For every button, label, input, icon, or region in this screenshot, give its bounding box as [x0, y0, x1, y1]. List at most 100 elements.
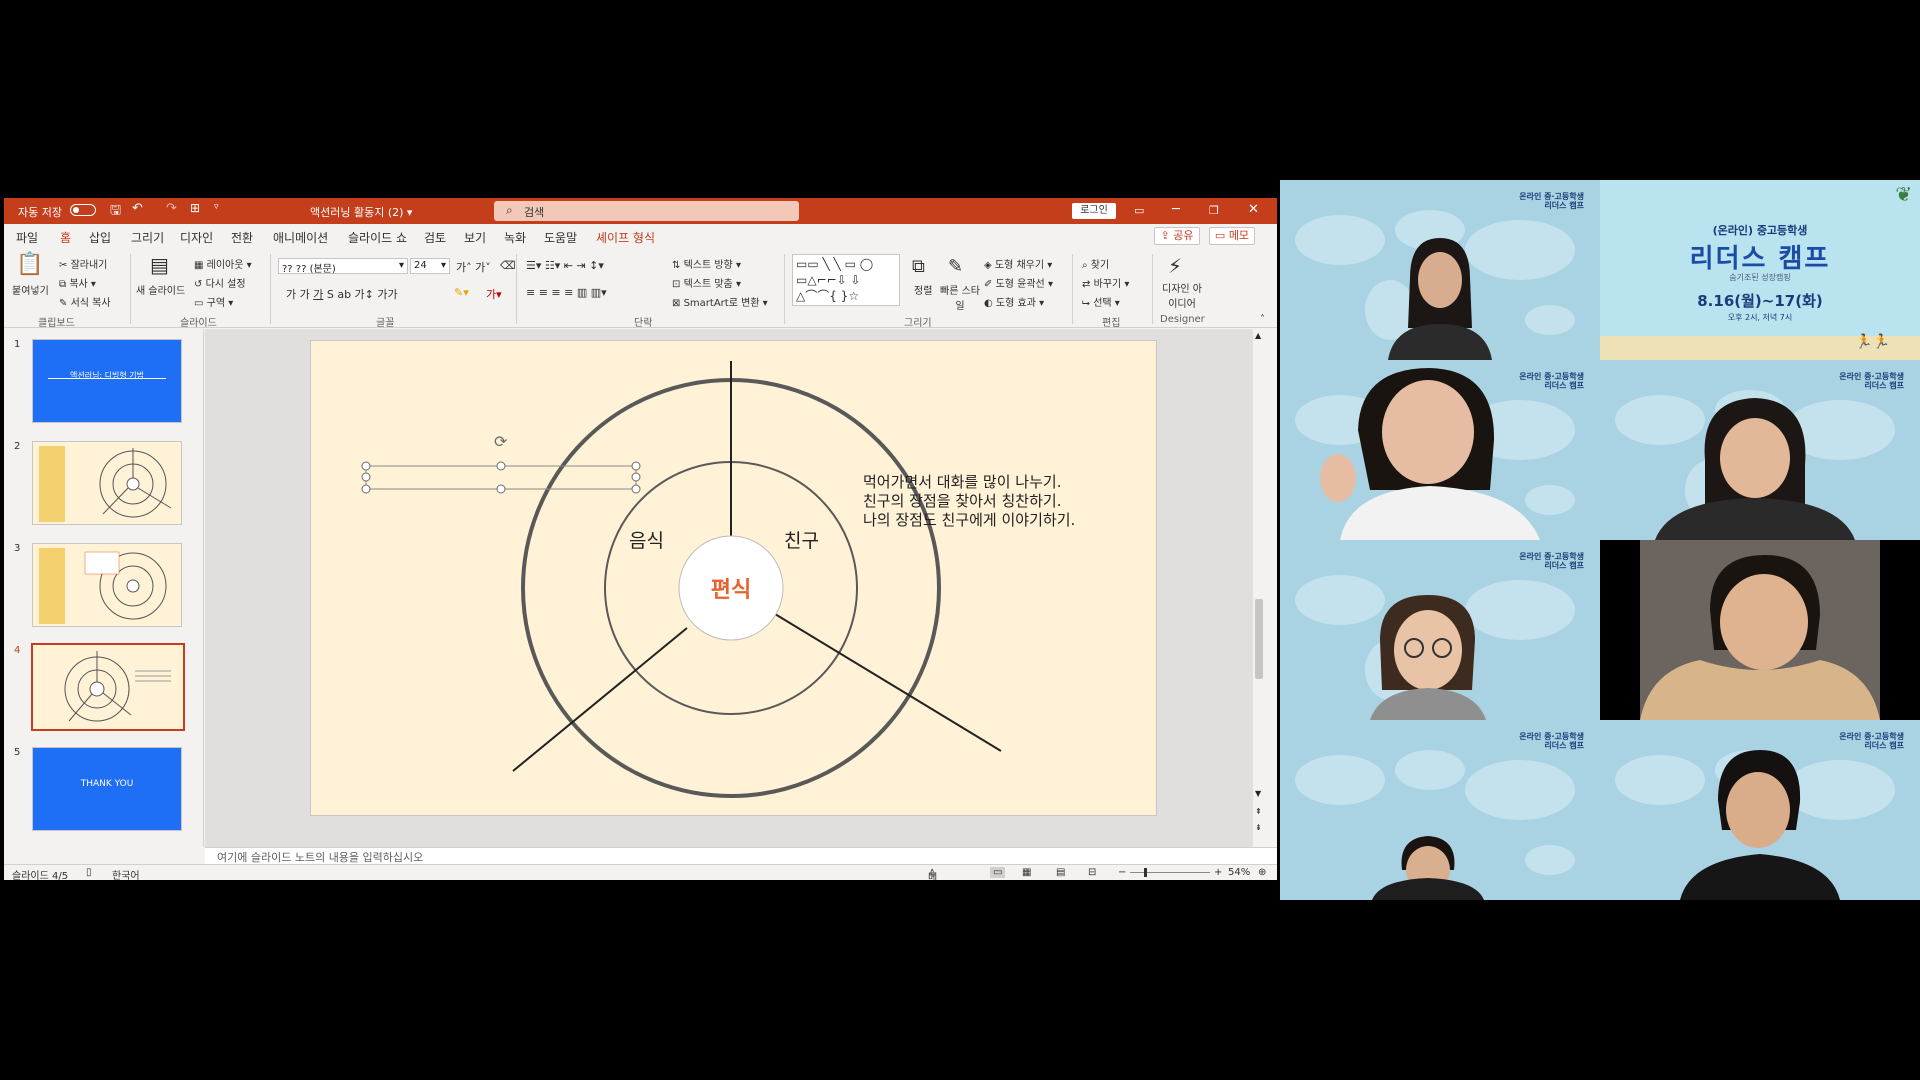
cut-button[interactable]: ✂ 잘라내기: [59, 256, 107, 271]
center-label[interactable]: 편식: [691, 572, 771, 604]
highlight-icon[interactable]: ✎▾: [454, 286, 469, 299]
align-icons[interactable]: ≡ ≡ ≡ ≡ ▥ ▥▾: [526, 286, 607, 299]
autosave-toggle[interactable]: [70, 203, 96, 216]
collapse-ribbon-icon[interactable]: ˄: [1260, 314, 1265, 325]
minimize-icon[interactable]: ─: [1172, 202, 1180, 217]
clear-format-icon[interactable]: ⌫: [500, 259, 516, 272]
zoom-slider-thumb[interactable]: [1144, 868, 1147, 877]
tab-design[interactable]: 디자인: [180, 229, 213, 246]
restore-icon[interactable]: ❐: [1209, 204, 1219, 217]
slide-text-box[interactable]: 먹어가면서 대화를 많이 나누기. 친구의 장점을 찾아서 칭찬하기. 나의 장…: [863, 473, 1075, 530]
video-tile[interactable]: 온라인 중·고등학생 리더스 캠프: [1280, 720, 1600, 900]
font-grow-shrink-icon[interactable]: 가˄ 가˅: [456, 259, 491, 275]
right-sector-label[interactable]: 친구: [784, 526, 819, 553]
thumbnail-slide-1[interactable]: 액션러닝: 디빙형 기법: [32, 339, 182, 423]
language-indicator[interactable]: 한국어: [112, 867, 140, 880]
search-input[interactable]: ⌕ 검색: [494, 201, 799, 221]
tab-transitions[interactable]: 전환: [231, 229, 253, 246]
arrange-icon[interactable]: ⧉: [912, 256, 925, 277]
comments-button[interactable]: ▭ 메모: [1209, 227, 1255, 245]
zoom-out-icon[interactable]: −: [1118, 867, 1126, 878]
tab-home[interactable]: 홈: [60, 229, 72, 250]
video-tile[interactable]: 온라인 중·고등학생 리더스 캠프: [1280, 360, 1600, 540]
document-title[interactable]: 액션러닝 활동지 (2) ▾: [310, 204, 412, 220]
font-color-icon[interactable]: 가▾: [486, 286, 502, 302]
undo-icon[interactable]: ↶: [132, 201, 143, 216]
tab-view[interactable]: 보기: [464, 229, 486, 246]
thumbnail-slide-2[interactable]: [32, 441, 182, 525]
smartart-button[interactable]: ⊠ SmartArt로 변환 ▾: [672, 294, 768, 309]
ribbon-display-icon[interactable]: ▭: [1134, 204, 1144, 217]
shape-outline-button[interactable]: ✐ 도형 윤곽선 ▾: [984, 275, 1053, 290]
design-ideas-button[interactable]: 디자인 아이디어: [1162, 280, 1202, 310]
close-icon[interactable]: ✕: [1248, 202, 1259, 217]
shape-fill-button[interactable]: ◈ 도형 채우기 ▾: [984, 256, 1052, 271]
layout-button[interactable]: ▦ 레이아웃 ▾: [194, 256, 252, 271]
camp-banner-tile[interactable]: (온라인) 중고등학생 리더스 캠프 숨기조된 성장캠핑 8.16(월)~17(…: [1600, 180, 1920, 360]
thumbnail-slide-3[interactable]: [32, 543, 182, 627]
video-tile[interactable]: 온라인 중·고등학생 리더스 캠프: [1280, 180, 1600, 360]
new-slide-button[interactable]: 새 슬라이드: [136, 282, 185, 297]
login-button[interactable]: 로그인: [1072, 203, 1116, 219]
scrollbar-thumb[interactable]: [1255, 599, 1263, 679]
thumbnail-slide-4[interactable]: [31, 643, 185, 731]
normal-view-icon[interactable]: ▭: [990, 867, 1006, 878]
section-button[interactable]: ▭ 구역 ▾: [194, 294, 233, 309]
align-text-button[interactable]: ⊡ 텍스트 맞춤 ▾: [672, 275, 741, 290]
text-direction-button[interactable]: ⇅ 텍스트 방향 ▾: [672, 256, 741, 271]
next-slide-icon[interactable]: ⇟: [1255, 823, 1262, 832]
tab-help[interactable]: 도움말: [544, 229, 577, 246]
tab-slideshow[interactable]: 슬라이드 쇼: [348, 229, 407, 246]
reset-button[interactable]: ↺ 다시 설정: [194, 275, 246, 290]
replace-button[interactable]: ⇄ 바꾸기 ▾: [1082, 275, 1129, 290]
paste-button[interactable]: 붙여넣기: [12, 282, 49, 297]
scroll-up-icon[interactable]: ▲: [1255, 331, 1261, 340]
share-button[interactable]: ⇪ 공유: [1154, 227, 1200, 245]
tab-record[interactable]: 녹화: [504, 229, 526, 246]
slide-sorter-icon[interactable]: ▦: [1022, 867, 1031, 878]
find-button[interactable]: ⌕ 찾기: [1082, 256, 1109, 271]
scroll-down-icon[interactable]: ▼: [1255, 789, 1261, 798]
tab-insert[interactable]: 삽입: [89, 229, 111, 246]
font-name-box[interactable]: ?? ?? (본문) ▾: [278, 258, 408, 275]
video-tile[interactable]: 온라인 중·고등학생 리더스 캠프: [1280, 540, 1600, 720]
paste-icon[interactable]: 📋: [16, 252, 43, 277]
previous-slide-icon[interactable]: ⇞: [1255, 807, 1262, 816]
customize-qat-icon[interactable]: ▿: [214, 202, 219, 212]
zoom-slider[interactable]: [1130, 872, 1210, 873]
tab-draw[interactable]: 그리기: [131, 229, 164, 246]
video-tile[interactable]: 온라인 중·고등학생 리더스 캠프: [1600, 360, 1920, 540]
thumbnail-slide-5[interactable]: THANK YOU: [32, 747, 182, 831]
redo-icon[interactable]: ↷: [166, 201, 177, 216]
zoom-in-icon[interactable]: +: [1214, 867, 1222, 878]
tab-file[interactable]: 파일: [16, 229, 38, 246]
zoom-level[interactable]: 54%: [1228, 867, 1250, 878]
current-slide[interactable]: ⟳ 편식 음식 친구 먹어가면서 대화를 많이 나누기. 친구의 장점을 찾아서…: [310, 340, 1157, 816]
quick-styles-icon[interactable]: ✎: [948, 256, 963, 277]
shape-effects-button[interactable]: ◐ 도형 효과 ▾: [984, 294, 1044, 309]
tab-animations[interactable]: 애니메이션: [273, 229, 328, 246]
present-icon[interactable]: ⊞: [190, 201, 200, 215]
quick-styles-button[interactable]: 빠른 스타일: [940, 282, 980, 312]
rotate-handle-icon[interactable]: ⟳: [494, 432, 508, 451]
bold-italic-underline-icons[interactable]: 가 가 가 S ab 가↕ 가가: [286, 286, 398, 302]
save-icon[interactable]: 🖫: [110, 201, 121, 223]
divider-line-right[interactable]: [774, 613, 1002, 752]
vertical-scrollbar[interactable]: ▲ ▼ ⇞ ⇟: [1253, 329, 1265, 847]
copy-button[interactable]: ⧉ 복사 ▾: [59, 275, 96, 290]
selection-handles[interactable]: [361, 461, 641, 494]
notes-input[interactable]: 여기에 슬라이드 노트의 내용을 입력하십시오: [205, 847, 1277, 864]
tab-review[interactable]: 검토: [424, 229, 446, 246]
list-icons[interactable]: ☰▾ ☷▾ ⇤ ⇥ ↕▾: [526, 259, 604, 272]
tab-shape-format[interactable]: 셰이프 형식: [596, 229, 655, 246]
fit-to-window-icon[interactable]: ⊕: [1258, 867, 1266, 878]
design-ideas-icon[interactable]: ⚡: [1168, 254, 1182, 278]
left-sector-label[interactable]: 음식: [629, 526, 664, 553]
video-tile[interactable]: [1600, 540, 1920, 720]
reading-view-icon[interactable]: ▤: [1056, 867, 1065, 878]
shapes-gallery[interactable]: ▭▭ ╲ ╲ ▭ ◯ ▭△⌐⌐⇩ ⇩ △⌒⌒{ }☆: [792, 254, 900, 306]
format-painter-button[interactable]: ✎ 서식 복사: [59, 294, 111, 309]
accessibility-icon[interactable]: ▯: [86, 867, 92, 878]
select-button[interactable]: ⮡ 선택 ▾: [1082, 294, 1120, 309]
new-slide-icon[interactable]: ▤: [150, 253, 169, 277]
